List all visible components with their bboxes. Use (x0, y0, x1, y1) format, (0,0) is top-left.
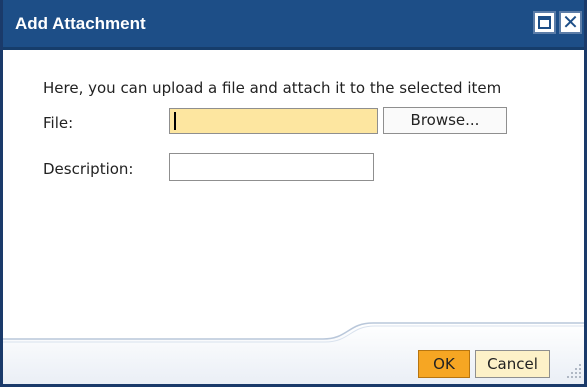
ok-button[interactable]: OK (418, 350, 470, 378)
description-input[interactable] (169, 153, 374, 181)
dialog-title: Add Attachment (15, 14, 146, 33)
file-label: File: (43, 114, 74, 132)
add-attachment-dialog: Add Attachment ✕ Here, you can upload a … (0, 0, 587, 387)
browse-button[interactable]: Browse... (383, 107, 507, 134)
file-input[interactable] (169, 108, 378, 134)
text-caret (174, 112, 176, 130)
dialog-titlebar[interactable]: Add Attachment ✕ (3, 0, 584, 50)
resize-grip-icon[interactable] (563, 360, 585, 382)
instruction-text: Here, you can upload a file and attach i… (43, 79, 502, 97)
close-icon[interactable]: ✕ (559, 11, 582, 34)
maximize-icon[interactable] (533, 11, 556, 34)
description-label: Description: (43, 160, 134, 178)
cancel-button[interactable]: Cancel (475, 350, 550, 378)
